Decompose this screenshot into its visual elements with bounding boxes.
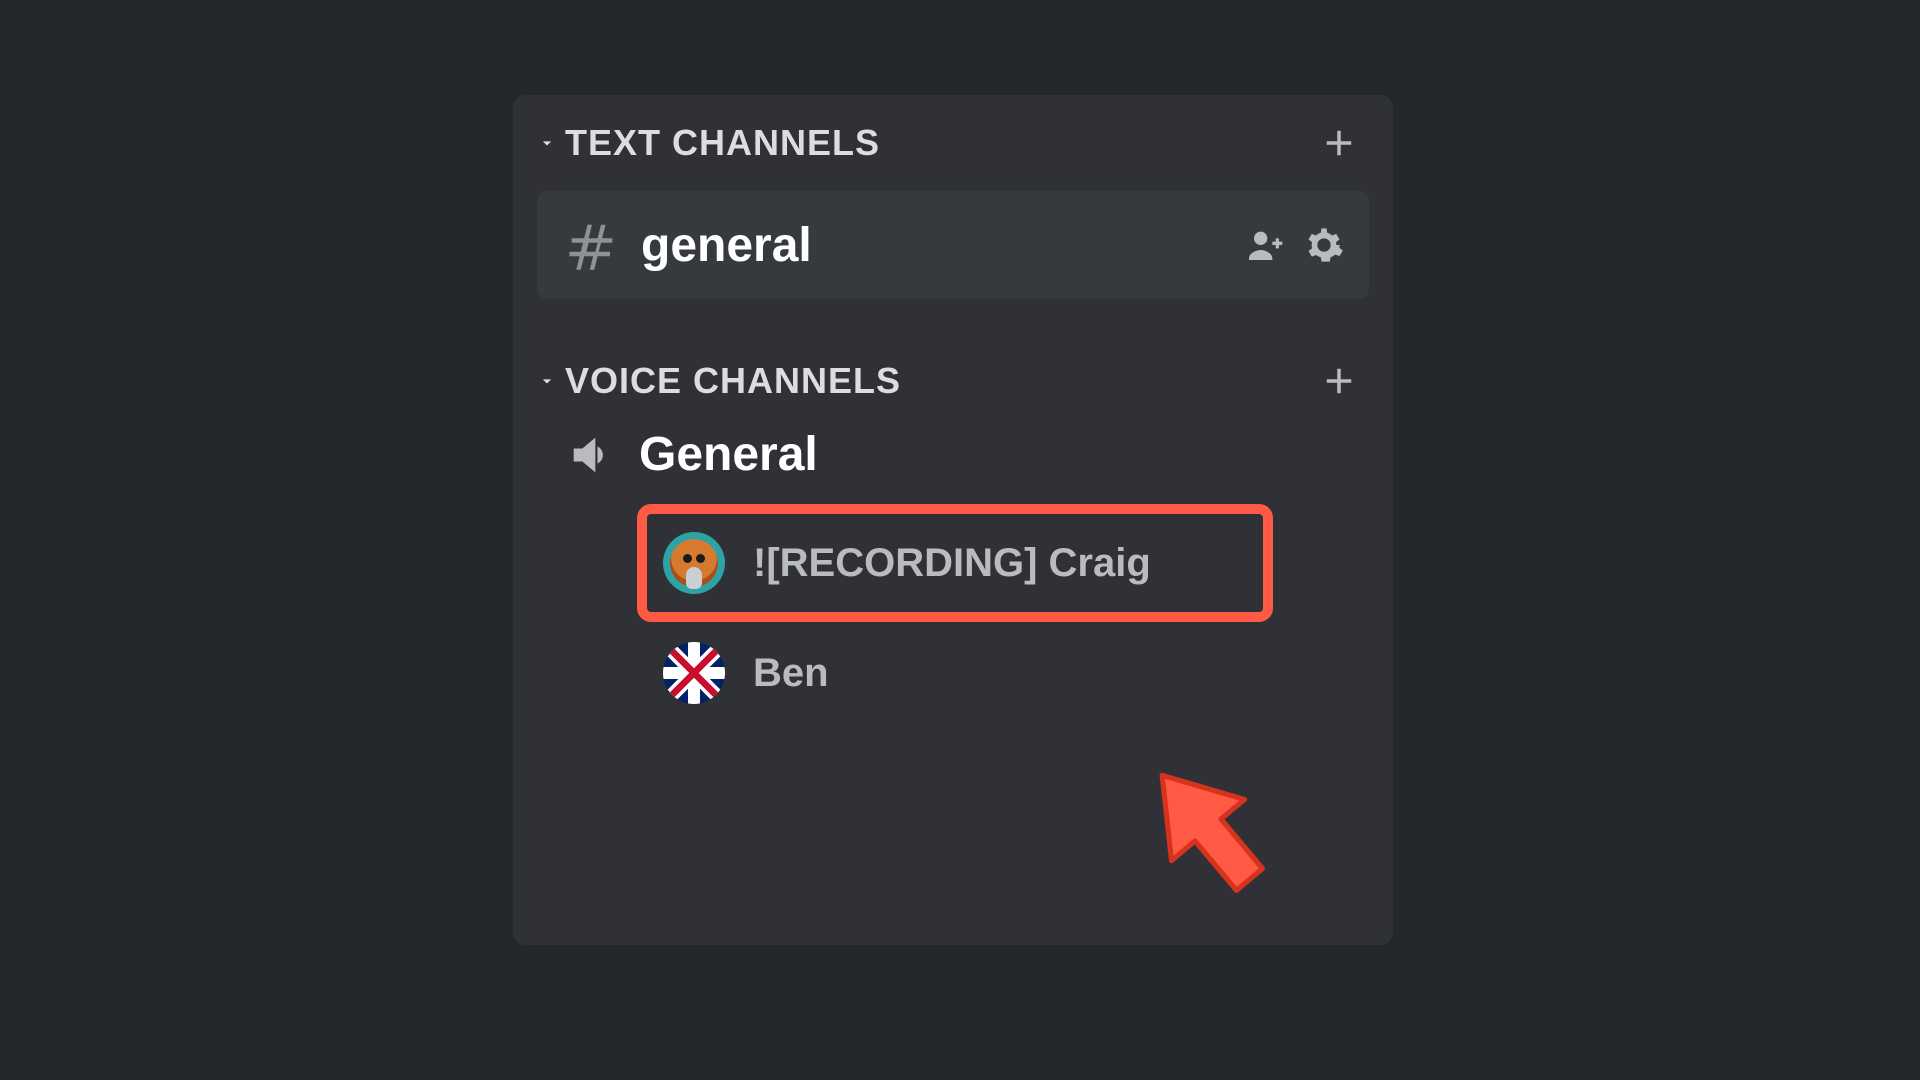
- add-voice-channel-button[interactable]: [1317, 359, 1361, 403]
- text-channels-category-header[interactable]: TEXT CHANNELS: [537, 109, 1369, 173]
- text-channel-name: general: [641, 218, 1221, 273]
- chevron-down-icon: [537, 371, 557, 391]
- voice-channels-category-header[interactable]: VOICE CHANNELS: [537, 347, 1369, 411]
- plus-icon: [1318, 122, 1360, 164]
- hash-icon: [565, 218, 619, 272]
- invite-people-button[interactable]: [1243, 224, 1285, 266]
- avatar: [663, 532, 725, 594]
- text-channel-actions: [1243, 224, 1345, 266]
- participant-name: Ben: [753, 651, 829, 696]
- voice-channels-category-toggle[interactable]: VOICE CHANNELS: [537, 360, 901, 402]
- discord-sidebar-screenshot: TEXT CHANNELS general: [0, 0, 1920, 1080]
- speaker-icon: [565, 429, 617, 481]
- participant-name: ![RECORDING] Craig: [753, 541, 1151, 586]
- channel-list-panel: TEXT CHANNELS general: [513, 95, 1393, 945]
- voice-participant-craig[interactable]: ![RECORDING] Craig: [645, 512, 1265, 614]
- avatar: [663, 642, 725, 704]
- add-text-channel-button[interactable]: [1317, 121, 1361, 165]
- voice-channel-name: General: [639, 427, 818, 482]
- text-channels-category-toggle[interactable]: TEXT CHANNELS: [537, 122, 880, 164]
- voice-channels-label: VOICE CHANNELS: [565, 360, 901, 402]
- voice-participant-ben[interactable]: Ben: [645, 634, 847, 712]
- plus-icon: [1318, 360, 1360, 402]
- chevron-down-icon: [537, 133, 557, 153]
- text-channel-general[interactable]: general: [537, 191, 1369, 299]
- text-channels-label: TEXT CHANNELS: [565, 122, 880, 164]
- person-plus-icon: [1244, 225, 1284, 265]
- gear-icon: [1304, 225, 1344, 265]
- voice-channel-general[interactable]: General: [537, 411, 1369, 492]
- channel-settings-button[interactable]: [1303, 224, 1345, 266]
